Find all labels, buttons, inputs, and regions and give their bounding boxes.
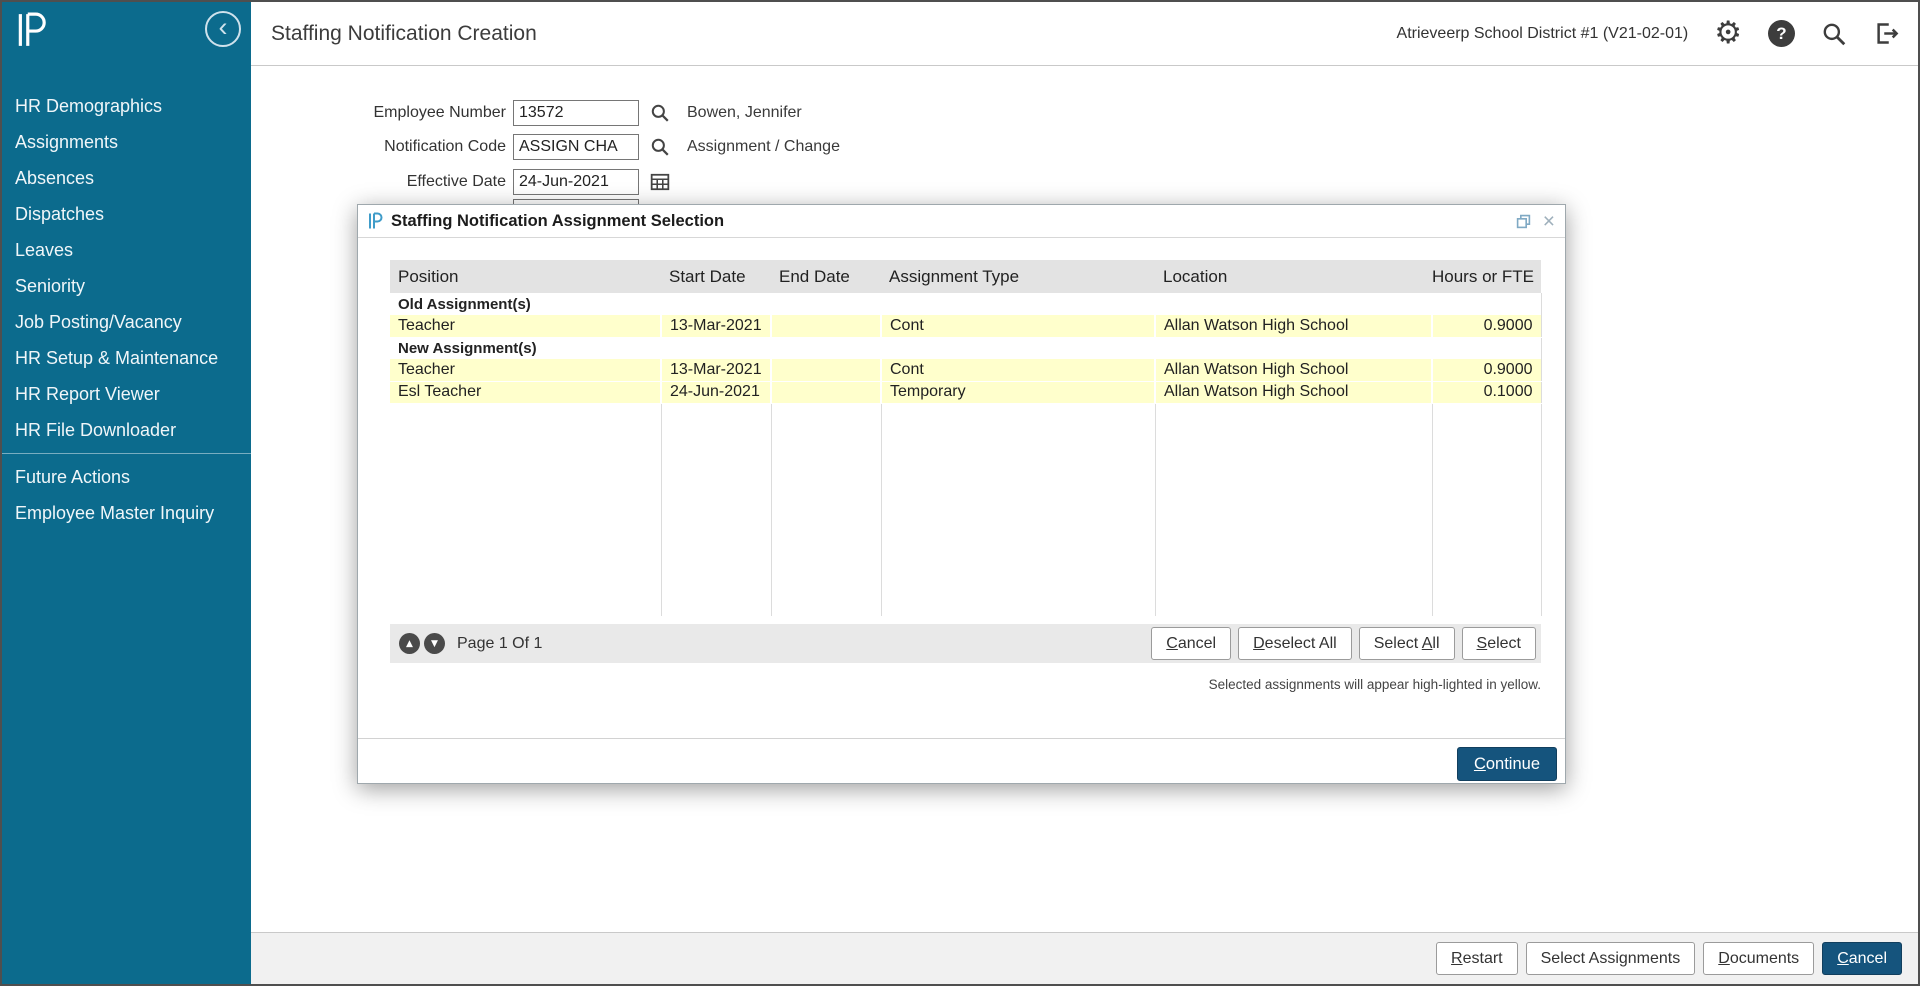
chevron-left-icon: ‹	[219, 14, 228, 41]
group-header-row-new: New Assignment(s)	[390, 337, 1541, 359]
notification-code-input[interactable]	[513, 134, 639, 160]
notification-code-row: Notification Code Assignment / Change	[256, 134, 840, 160]
app-window: ‹ HR Demographics Assignments Absences D…	[0, 0, 1920, 986]
select-all-button[interactable]: Select All	[1359, 627, 1455, 660]
employee-number-lookup-button[interactable]	[650, 103, 670, 123]
sidebar-divider	[2, 453, 251, 454]
prev-page-button[interactable]: ▲	[399, 633, 420, 654]
sidebar-item-hr-demographics[interactable]: HR Demographics	[2, 88, 251, 124]
arrow-up-icon: ▲	[406, 639, 413, 649]
search-icon	[1821, 21, 1847, 47]
assignment-table-wrap: Position Start Date End Date Assignment …	[390, 260, 1541, 616]
effective-date-row: Effective Date	[256, 169, 670, 195]
settings-button[interactable]: ⚙	[1714, 18, 1742, 49]
district-label: Atrieveerp School District #1 (V21-02-01…	[1397, 25, 1689, 43]
app-logo-icon	[16, 12, 48, 53]
notification-code-label: Notification Code	[256, 138, 506, 156]
assignment-selection-dialog: Staffing Notification Assignment Selecti…	[357, 204, 1566, 784]
sidebar-item-leaves[interactable]: Leaves	[2, 232, 251, 268]
sidebar-item-hr-report-viewer[interactable]: HR Report Viewer	[2, 376, 251, 412]
logout-icon	[1873, 20, 1900, 47]
employee-number-row: Employee Number Bowen, Jennifer	[256, 100, 802, 126]
dialog-titlebar: Staffing Notification Assignment Selecti…	[358, 205, 1565, 238]
employee-number-label: Employee Number	[256, 104, 506, 122]
dialog-logo-icon	[368, 212, 383, 230]
notification-code-lookup-button[interactable]	[650, 137, 670, 157]
col-start-date: Start Date	[661, 260, 771, 293]
empty-table-area	[390, 403, 1541, 616]
page-indicator: Page 1 Of 1	[457, 635, 542, 653]
cancel-button-footer[interactable]: Cancel	[1822, 942, 1902, 975]
sidebar-item-assignments[interactable]: Assignments	[2, 124, 251, 160]
sidebar-item-future-actions[interactable]: Future Actions	[2, 459, 251, 495]
gear-icon: ⚙	[1714, 18, 1742, 49]
cancel-button[interactable]: Cancel	[1151, 627, 1231, 660]
sidebar-item-dispatches[interactable]: Dispatches	[2, 196, 251, 232]
employee-name-text: Bowen, Jennifer	[687, 104, 802, 122]
sidebar-item-employee-master-inquiry[interactable]: Employee Master Inquiry	[2, 495, 251, 531]
restart-button[interactable]: Restart	[1436, 942, 1518, 975]
sidebar: ‹ HR Demographics Assignments Absences D…	[2, 2, 251, 984]
table-header-row: Position Start Date End Date Assignment …	[390, 260, 1541, 293]
notification-code-description: Assignment / Change	[687, 138, 840, 156]
sidebar-nav: HR Demographics Assignments Absences Dis…	[2, 88, 251, 531]
calendar-button[interactable]	[650, 172, 670, 192]
sidebar-item-job-posting-vacancy[interactable]: Job Posting/Vacancy	[2, 304, 251, 340]
close-button[interactable]: ×	[1543, 211, 1555, 232]
search-button[interactable]	[1821, 21, 1847, 47]
dialog-title: Staffing Notification Assignment Selecti…	[391, 212, 724, 231]
sidebar-item-absences[interactable]: Absences	[2, 160, 251, 196]
deselect-all-button[interactable]: Deselect All	[1238, 627, 1352, 660]
assignment-table: Position Start Date End Date Assignment …	[390, 260, 1542, 616]
maximize-icon	[1516, 214, 1531, 229]
col-position: Position	[390, 260, 661, 293]
maximize-button[interactable]	[1516, 214, 1531, 229]
arrow-down-icon: ▼	[431, 639, 438, 649]
logout-button[interactable]	[1873, 20, 1900, 47]
documents-button[interactable]: Documents	[1703, 942, 1814, 975]
sidebar-collapse-button[interactable]: ‹	[205, 11, 241, 47]
col-assignment-type: Assignment Type	[881, 260, 1155, 293]
next-page-button[interactable]: ▼	[424, 633, 445, 654]
group-header-row-old: Old Assignment(s)	[390, 293, 1541, 315]
dialog-separator	[358, 738, 1565, 739]
assignment-row[interactable]: Esl Teacher 24-Jun-2021 Temporary Allan …	[390, 381, 1541, 403]
search-icon	[650, 103, 670, 123]
col-location: Location	[1155, 260, 1432, 293]
sidebar-item-hr-file-downloader[interactable]: HR File Downloader	[2, 412, 251, 448]
page-title: Staffing Notification Creation	[271, 22, 537, 46]
select-assignments-button[interactable]: Select Assignments	[1526, 942, 1696, 975]
col-end-date: End Date	[771, 260, 881, 293]
calendar-icon	[650, 172, 670, 192]
selection-note: Selected assignments will appear high-li…	[390, 677, 1541, 692]
col-hours-or-fte: Hours or FTE	[1432, 260, 1541, 293]
continue-button[interactable]: Continue	[1457, 747, 1557, 781]
search-icon	[650, 137, 670, 157]
select-button[interactable]: Select	[1462, 627, 1536, 660]
sidebar-item-seniority[interactable]: Seniority	[2, 268, 251, 304]
help-icon: ?	[1768, 20, 1795, 47]
header: Staffing Notification Creation Atrieveer…	[251, 2, 1918, 66]
assignment-row[interactable]: Teacher 13-Mar-2021 Cont Allan Watson Hi…	[390, 359, 1541, 381]
help-button[interactable]: ?	[1768, 20, 1795, 47]
close-icon: ×	[1543, 210, 1555, 233]
action-bar: Restart Select Assignments Documents Can…	[251, 932, 1918, 984]
dialog-footer-bar: ▲ ▼ Page 1 Of 1 Cancel Deselect All Sele…	[390, 624, 1541, 663]
effective-date-input[interactable]	[513, 169, 639, 195]
effective-date-label: Effective Date	[256, 173, 506, 191]
employee-number-input[interactable]	[513, 100, 639, 126]
sidebar-item-hr-setup-maintenance[interactable]: HR Setup & Maintenance	[2, 340, 251, 376]
assignment-row[interactable]: Teacher 13-Mar-2021 Cont Allan Watson Hi…	[390, 315, 1541, 337]
